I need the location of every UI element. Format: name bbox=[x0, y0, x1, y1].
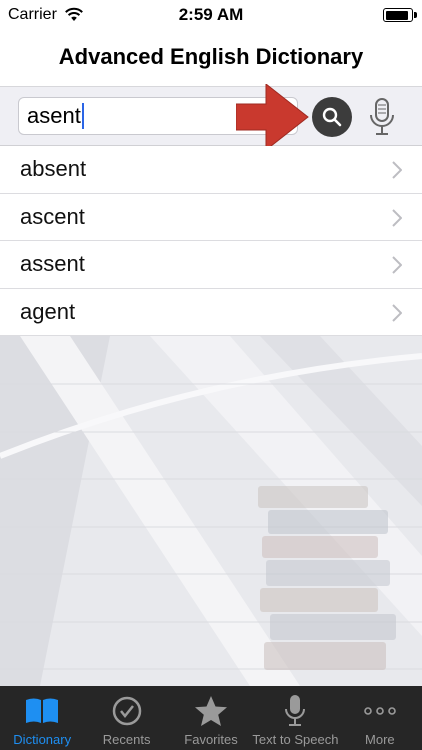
tab-favorites[interactable]: Favorites bbox=[169, 686, 253, 750]
microphone-icon bbox=[370, 98, 394, 135]
search-icon bbox=[322, 107, 342, 127]
chevron-right-icon bbox=[392, 303, 402, 322]
chevron-right-icon bbox=[392, 161, 402, 179]
text-cursor bbox=[81, 103, 84, 129]
tab-bar: Dictionary Recents Favorites Text to Spe… bbox=[0, 686, 422, 750]
tab-label: Dictionary bbox=[13, 732, 72, 747]
result-label: agent bbox=[20, 298, 76, 324]
search-button[interactable] bbox=[312, 97, 352, 137]
result-label: ascent bbox=[20, 203, 85, 229]
voice-search-button[interactable] bbox=[366, 95, 398, 139]
search-input-value: asent bbox=[27, 103, 81, 128]
microphone-icon bbox=[276, 694, 314, 728]
tab-dictionary[interactable]: Dictionary bbox=[0, 686, 84, 750]
tab-label: Favorites bbox=[184, 732, 238, 747]
battery-icon bbox=[383, 8, 417, 22]
annotation-arrow bbox=[236, 84, 309, 150]
chevron-right-icon bbox=[392, 256, 402, 274]
book-stack-icon bbox=[258, 486, 396, 670]
result-absent[interactable]: absent bbox=[0, 146, 422, 194]
results-list: absent ascent assent agent bbox=[0, 146, 422, 336]
tab-label: Text to Speech bbox=[252, 732, 339, 747]
background-illustration bbox=[0, 336, 422, 686]
tab-text-to-speech[interactable]: Text to Speech bbox=[252, 686, 339, 750]
result-label: assent bbox=[20, 251, 85, 277]
chevron-right-icon bbox=[392, 208, 402, 227]
tab-more[interactable]: More bbox=[338, 686, 422, 750]
result-ascent[interactable]: ascent bbox=[0, 193, 422, 241]
result-label: absent bbox=[20, 156, 87, 182]
status-bar: Carrier 2:59 AM bbox=[0, 0, 422, 30]
status-time: 2:59 AM bbox=[178, 5, 244, 24]
page-title: Advanced English Dictionary bbox=[58, 44, 364, 69]
book-icon bbox=[23, 694, 61, 728]
result-agent[interactable]: agent bbox=[0, 288, 422, 336]
tab-label: More bbox=[365, 732, 395, 747]
result-assent[interactable]: assent bbox=[0, 241, 422, 289]
star-icon bbox=[192, 694, 230, 728]
battery-level bbox=[385, 10, 408, 20]
tab-label: Recents bbox=[102, 732, 151, 747]
tab-recents[interactable]: Recents bbox=[84, 686, 168, 750]
clock-icon bbox=[108, 694, 146, 728]
search-bar: asent bbox=[0, 86, 422, 146]
more-dots-icon bbox=[361, 694, 399, 728]
nav-bar: Advanced English Dictionary bbox=[0, 30, 422, 86]
